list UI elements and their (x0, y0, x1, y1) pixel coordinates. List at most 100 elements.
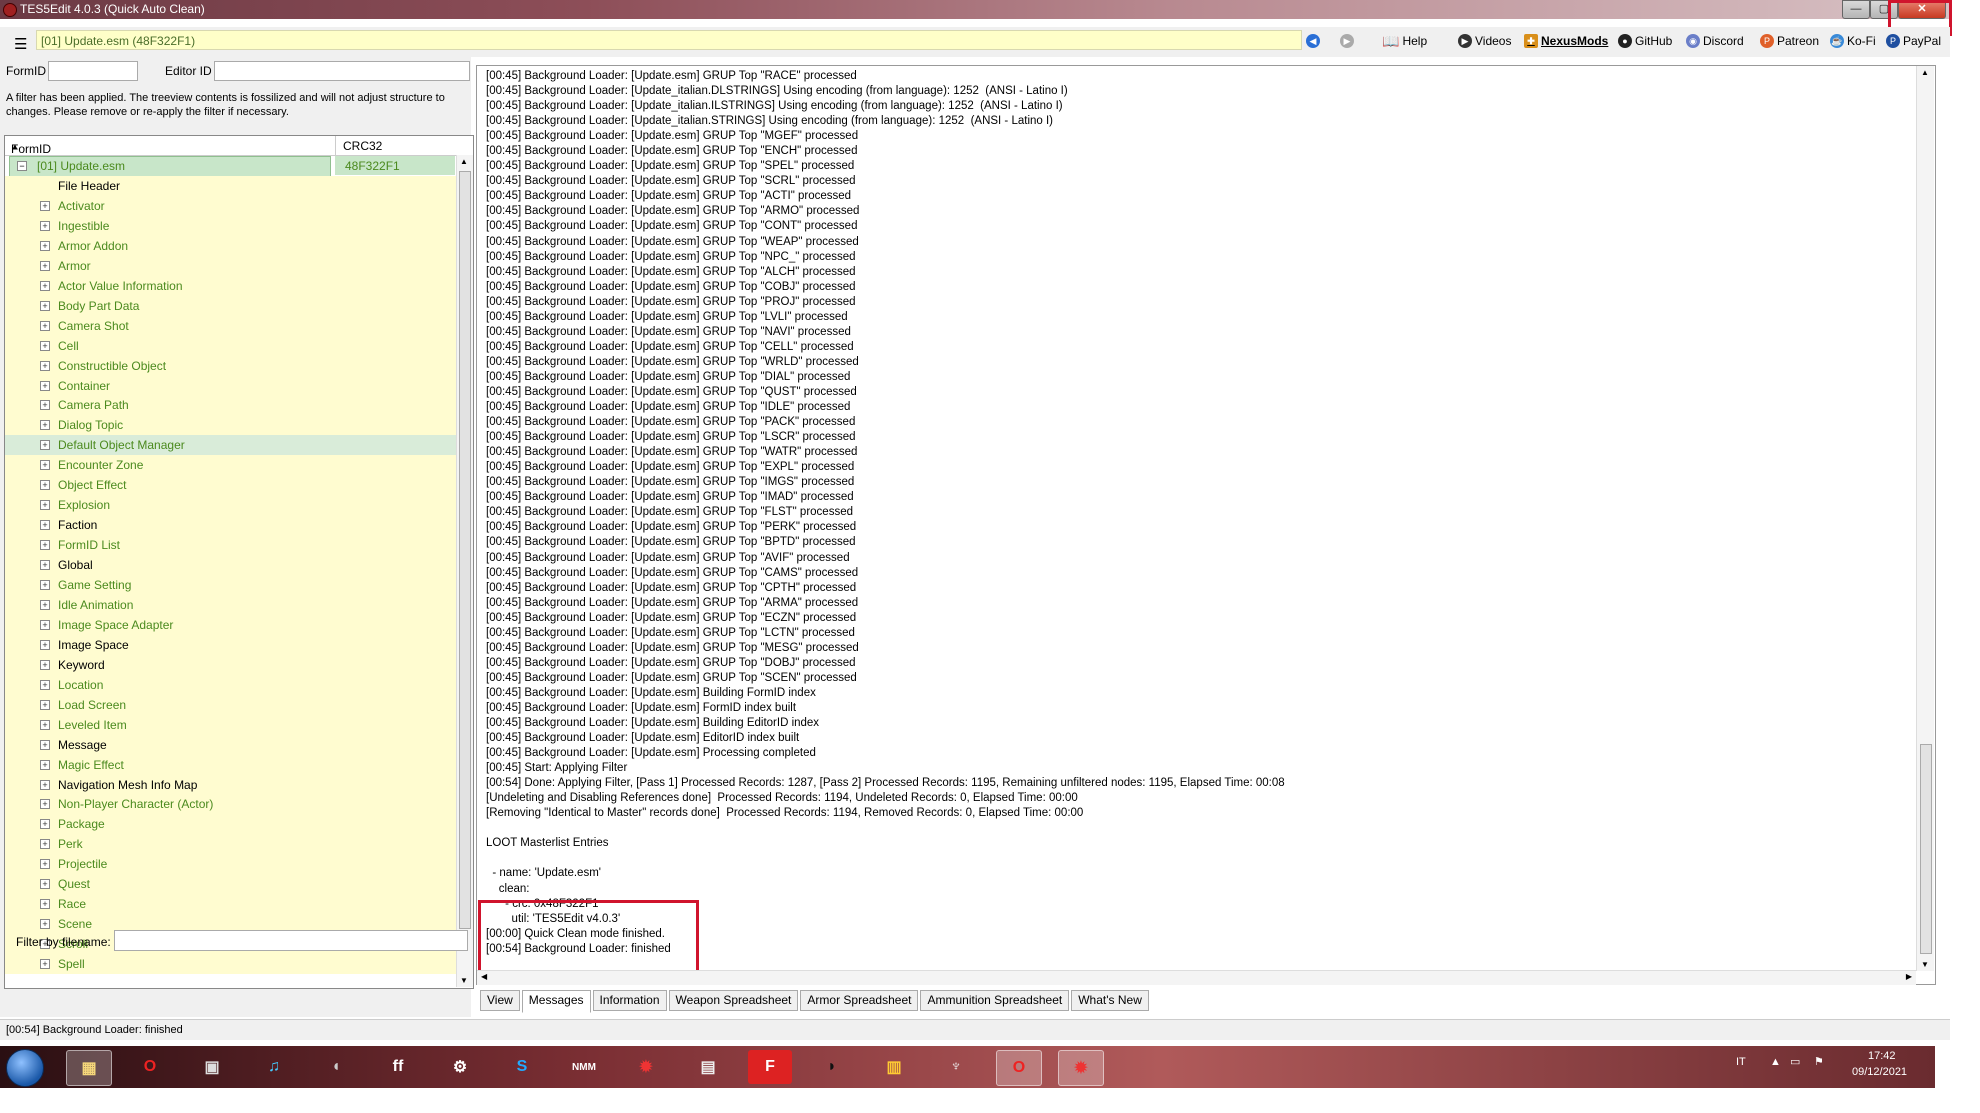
loot-taskbar-icon[interactable]: ▥ (872, 1050, 916, 1084)
patreon-link[interactable]: P Patreon (1760, 32, 1819, 50)
expand-icon[interactable]: + (40, 719, 50, 730)
messages-hscrollbar[interactable]: ◀ ▶ (477, 970, 1916, 985)
clock-date[interactable]: 09/12/2021 (1852, 1066, 1907, 1078)
tree-item[interactable]: + Ingestible (5, 215, 457, 236)
explorer-taskbar-icon[interactable]: ▦ (66, 1050, 112, 1086)
tab-weapon-spreadsheet[interactable]: Weapon Spreadsheet (668, 990, 799, 1011)
formid-input[interactable] (48, 61, 138, 81)
tab-information[interactable]: Information (592, 990, 667, 1011)
tree-item[interactable]: + Non-Player Character (Actor) (5, 794, 457, 815)
tree-item[interactable]: + Projectile (5, 854, 457, 875)
tree-item[interactable]: + Leveled Item (5, 714, 457, 735)
expand-icon[interactable]: + (40, 919, 50, 930)
expand-icon[interactable]: + (40, 959, 50, 970)
tab-messages[interactable]: Messages (521, 990, 591, 1013)
expand-icon[interactable]: + (40, 260, 50, 271)
mod-organizer-taskbar-icon[interactable]: ✹ (624, 1050, 668, 1084)
tree-item[interactable]: + Object Effect (5, 475, 457, 496)
record-tree[interactable]: FormID ▲ CRC32 − [01] Update.esm 48F322F… (4, 135, 474, 989)
expand-icon[interactable]: + (40, 619, 50, 630)
column-separator[interactable] (335, 136, 336, 155)
tab-view[interactable]: View (480, 990, 520, 1011)
path-field[interactable]: [01] Update.esm (48F322F1) (36, 30, 1302, 50)
back-button[interactable]: ◀ (1306, 32, 1320, 50)
expand-icon[interactable]: + (40, 240, 50, 251)
msg-scroll-up-icon[interactable]: ▲ (1921, 68, 1929, 77)
notepad-taskbar-icon[interactable]: ▤ (686, 1050, 730, 1084)
msg-scroll-left-icon[interactable]: ◀ (481, 972, 487, 981)
scroll-down-icon[interactable]: ▼ (460, 976, 468, 985)
column-crc32[interactable]: CRC32 (343, 139, 382, 153)
expand-icon[interactable]: + (40, 639, 50, 650)
tree-item[interactable]: + Game Setting (5, 575, 457, 595)
language-indicator[interactable]: IT (1736, 1056, 1746, 1068)
tab-ammunition-spreadsheet[interactable]: Ammunition Spreadsheet (920, 990, 1070, 1011)
skyrim-taskbar-icon[interactable]: ♆ (934, 1050, 978, 1084)
tree-scroll-thumb[interactable] (459, 171, 471, 929)
expand-icon[interactable]: + (40, 819, 50, 830)
expand-icon[interactable]: + (40, 759, 50, 770)
start-button[interactable] (6, 1049, 44, 1087)
tree-item[interactable]: + Actor Value Information (5, 275, 457, 296)
network-icon[interactable]: ▭ (1790, 1055, 1800, 1068)
app-taskbar-icon[interactable]: ▣ (190, 1050, 234, 1084)
tree-item[interactable]: + Encounter Zone (5, 455, 457, 476)
scroll-up-icon[interactable]: ▲ (460, 157, 468, 166)
expand-icon[interactable]: + (40, 879, 50, 890)
opera-active-taskbar-icon[interactable]: O (996, 1050, 1042, 1086)
messages-scrollbar[interactable]: ▲ ▼ (1916, 66, 1934, 971)
expand-icon[interactable]: + (40, 200, 50, 211)
expand-icon[interactable]: + (40, 799, 50, 810)
shadow-taskbar-icon[interactable]: ◗ (810, 1050, 854, 1084)
tree-item[interactable]: + Image Space Adapter (5, 614, 457, 635)
expand-icon[interactable]: + (40, 580, 50, 590)
tree-item[interactable]: + Navigation Mesh Info Map (5, 774, 457, 795)
ffdec-taskbar-icon[interactable]: ff (376, 1050, 420, 1084)
tree-item[interactable]: + Camera Shot (5, 315, 457, 336)
tree-item[interactable]: + Package (5, 814, 457, 835)
tray-arrow-icon[interactable]: ▲ (1770, 1056, 1781, 1068)
flag-icon[interactable]: ⚑ (1814, 1055, 1824, 1068)
tools-taskbar-icon[interactable]: ⚙ (438, 1050, 482, 1084)
tree-item[interactable]: + Explosion (5, 495, 457, 516)
expand-icon[interactable]: + (40, 400, 50, 411)
help-link[interactable]: 📖 Help (1382, 32, 1427, 50)
expand-icon[interactable]: + (40, 300, 50, 311)
expand-icon[interactable]: + (40, 380, 50, 391)
tree-item[interactable]: + Activator (5, 195, 457, 216)
filter-filename-input[interactable] (114, 930, 468, 951)
tree-item[interactable]: + FormID List (5, 535, 457, 556)
tab-what-s-new[interactable]: What's New (1071, 990, 1149, 1011)
videos-link[interactable]: ▶ Videos (1458, 32, 1511, 50)
expand-icon[interactable]: + (40, 899, 50, 910)
expand-icon[interactable]: + (40, 480, 50, 491)
tree-item[interactable]: + Quest (5, 874, 457, 895)
editorid-input[interactable] (214, 61, 470, 81)
tree-item[interactable]: + Load Screen (5, 694, 457, 715)
tree-item[interactable]: + Dialog Topic (5, 415, 457, 436)
tree-item[interactable]: + Default Object Manager (5, 435, 457, 456)
clock-time[interactable]: 17:42 (1868, 1050, 1896, 1062)
expand-icon[interactable]: + (40, 540, 50, 551)
expand-icon[interactable]: + (40, 699, 50, 710)
opera-taskbar-icon[interactable]: O (128, 1050, 172, 1084)
tree-scrollbar[interactable]: ▲ ▼ (456, 155, 473, 987)
tree-item[interactable]: + Camera Path (5, 395, 457, 416)
expand-icon[interactable]: + (40, 320, 50, 331)
nexusmods-link[interactable]: ✚ NexusMods (1524, 32, 1608, 50)
tree-item[interactable]: + Image Space (5, 634, 457, 655)
expand-icon[interactable]: + (40, 659, 50, 670)
tree-item[interactable]: + Perk (5, 834, 457, 855)
expand-icon[interactable]: + (40, 280, 50, 291)
tab-armor-spreadsheet[interactable]: Armor Spreadsheet (800, 990, 919, 1011)
expand-icon[interactable]: + (40, 560, 50, 571)
tes5edit-taskbar-icon[interactable]: ✹ (1058, 1050, 1104, 1086)
expand-icon[interactable]: + (40, 500, 50, 511)
tree-item[interactable]: + Idle Animation (5, 594, 457, 615)
expand-icon[interactable]: + (40, 520, 50, 531)
tree-item[interactable]: + Armor Addon (5, 235, 457, 256)
expand-icon[interactable]: + (40, 220, 50, 231)
kofi-link[interactable]: ☕ Ko-Fi (1830, 32, 1876, 50)
skype-taskbar-icon[interactable]: S (500, 1050, 544, 1084)
expand-icon[interactable]: + (40, 360, 50, 371)
